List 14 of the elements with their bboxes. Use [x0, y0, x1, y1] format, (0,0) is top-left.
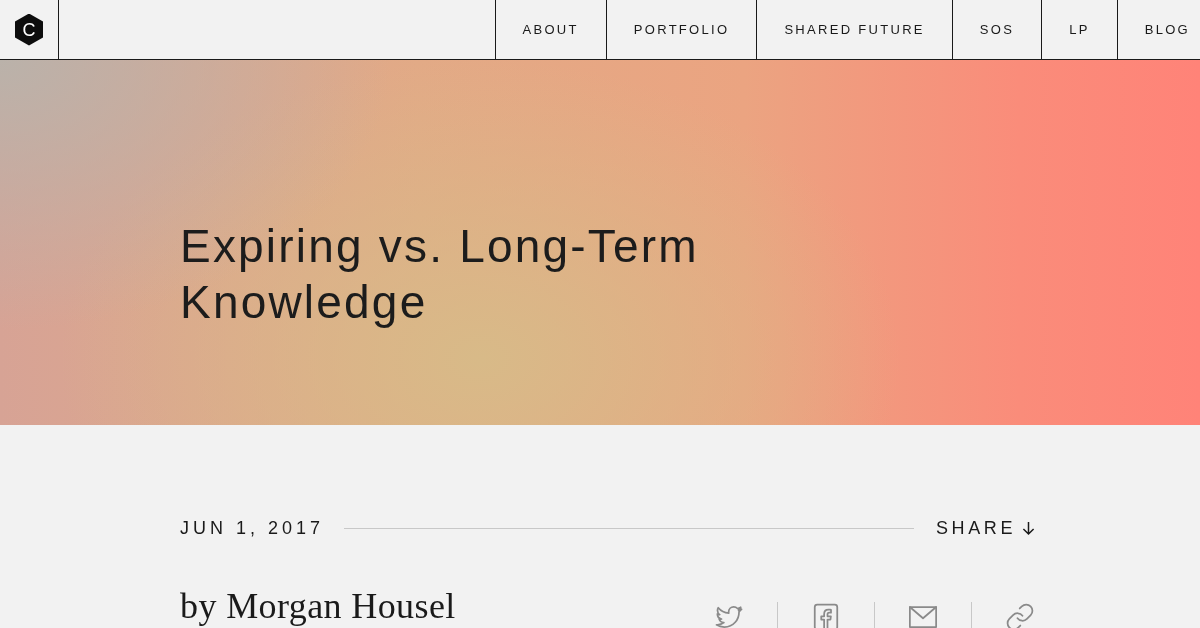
- link-icon[interactable]: [1005, 602, 1035, 628]
- article-title: Expiring vs. Long-Term Knowledge: [180, 219, 700, 330]
- nav-link[interactable]: SHARED FUTURE: [756, 0, 952, 59]
- share-button[interactable]: SHARE: [936, 517, 1035, 539]
- nav-link[interactable]: ABOUT: [494, 0, 606, 59]
- nav-link[interactable]: LP: [1041, 0, 1117, 59]
- nav-link[interactable]: SOS: [951, 0, 1042, 59]
- logo-link[interactable]: C: [15, 13, 43, 46]
- nav-link[interactable]: PORTFOLIO: [605, 0, 757, 59]
- facebook-icon[interactable]: [811, 602, 841, 628]
- arrow-down-icon: [1022, 520, 1035, 536]
- post-date: JUN 1, 2017: [180, 517, 325, 539]
- author-byline: by Morgan Housel: [180, 585, 456, 628]
- nav-link[interactable]: BLOG: [1116, 0, 1200, 59]
